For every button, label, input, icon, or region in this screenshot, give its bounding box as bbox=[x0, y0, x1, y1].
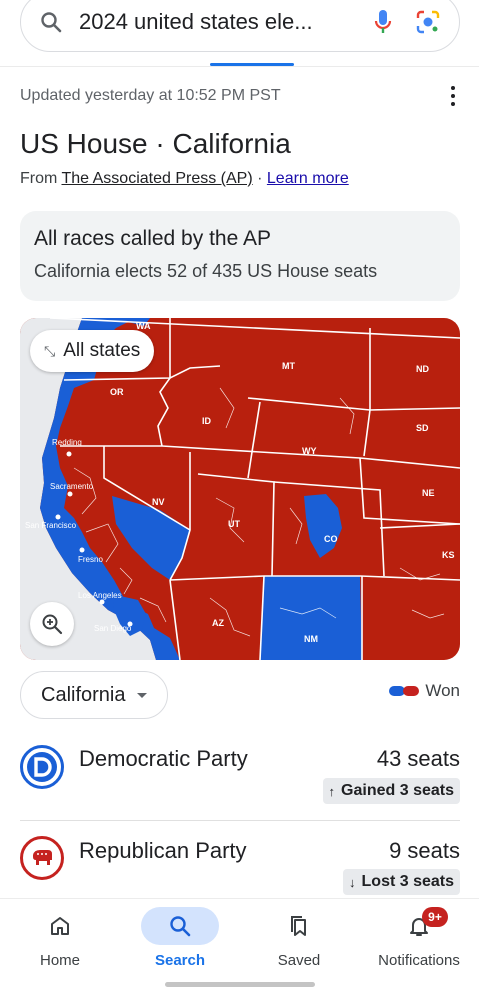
label-ne: NE bbox=[422, 488, 435, 498]
nav-home-label: Home bbox=[39, 952, 80, 969]
label-or: OR bbox=[110, 387, 124, 397]
label-mt: MT bbox=[282, 361, 295, 371]
all-states-button[interactable]: ⤡ All states bbox=[30, 330, 155, 372]
notification-badge: 9+ bbox=[422, 907, 448, 927]
party-row-republican[interactable]: Republican Party 9 seats ↓ Lost 3 seats bbox=[20, 834, 460, 904]
label-wa: WA bbox=[136, 321, 151, 331]
city-san-diego: San Diego bbox=[94, 624, 132, 633]
label-ut: UT bbox=[228, 519, 240, 529]
expand-icon: ⤡ bbox=[44, 342, 56, 359]
legend-label: Won bbox=[425, 681, 460, 700]
search-query[interactable]: 2024 united states ele... bbox=[79, 9, 373, 35]
zoom-in-button[interactable] bbox=[30, 602, 74, 646]
label-ks: KS bbox=[442, 550, 455, 560]
label-wy: WY bbox=[302, 446, 317, 456]
map-legend: Won bbox=[389, 681, 460, 701]
seat-change-label: Gained 3 seats bbox=[341, 782, 454, 799]
bookmarks-icon bbox=[260, 907, 338, 945]
city-dot bbox=[55, 514, 61, 520]
label-co: CO bbox=[324, 534, 338, 544]
seat-change-badge: ↓ Lost 3 seats bbox=[343, 869, 460, 895]
home-icon bbox=[21, 907, 99, 945]
header-divider bbox=[0, 66, 479, 67]
city-redding: Redding bbox=[52, 438, 82, 447]
nav-notifications-label: Notifications bbox=[378, 952, 460, 969]
source-line: From The Associated Press (AP) · Learn m… bbox=[20, 170, 349, 188]
state-dropdown-value: California bbox=[41, 683, 126, 706]
nav-home[interactable]: Home bbox=[0, 899, 120, 969]
races-called-heading: All races called by the AP bbox=[34, 227, 271, 250]
party-seats: 43 seats bbox=[376, 746, 460, 771]
nav-search[interactable]: Search bbox=[120, 899, 240, 969]
seat-change-badge: ↑ Gained 3 seats bbox=[322, 778, 460, 804]
nav-saved[interactable]: Saved bbox=[239, 899, 359, 969]
nav-saved-label: Saved bbox=[277, 952, 321, 969]
seat-change-label: Lost 3 seats bbox=[361, 873, 454, 890]
label-sd: SD bbox=[416, 423, 429, 433]
label-nd: ND bbox=[416, 364, 429, 374]
city-san-francisco: San Francisco bbox=[25, 521, 77, 530]
city-dot bbox=[67, 491, 73, 497]
zoom-in-icon bbox=[42, 614, 63, 635]
city-sacramento: Sacramento bbox=[50, 482, 94, 491]
search-icon bbox=[141, 907, 219, 945]
learn-more-link[interactable]: Learn more bbox=[267, 170, 349, 187]
all-states-label: All states bbox=[63, 340, 141, 361]
races-called-subtext: California elects 52 of 435 US House sea… bbox=[34, 261, 378, 281]
search-bar[interactable]: 2024 united states ele... bbox=[20, 0, 460, 52]
city-fresno: Fresno bbox=[78, 555, 103, 564]
source-prefix: From bbox=[20, 170, 62, 187]
races-called-box: All races called by the AP California el… bbox=[20, 211, 460, 301]
city-dot bbox=[79, 547, 85, 553]
source-separator: · bbox=[252, 170, 267, 187]
party-divider bbox=[20, 820, 460, 821]
city-dot bbox=[99, 599, 105, 605]
arrow-down-icon: ↓ bbox=[349, 874, 356, 890]
republican-elephant-icon bbox=[20, 836, 64, 880]
arrow-up-icon: ↑ bbox=[328, 783, 336, 799]
new-mexico-democrat bbox=[260, 576, 362, 660]
party-name: Republican Party bbox=[79, 838, 247, 863]
page-title: US House · California bbox=[20, 128, 291, 159]
party-name: Democratic Party bbox=[79, 746, 248, 771]
label-id: ID bbox=[202, 416, 212, 426]
party-seats: 9 seats bbox=[389, 838, 460, 863]
nav-search-label: Search bbox=[154, 952, 206, 969]
bell-icon: 9+ bbox=[380, 907, 458, 945]
mic-icon[interactable] bbox=[373, 8, 393, 36]
city-los-angeles: Los Angeles bbox=[78, 591, 122, 600]
label-az: AZ bbox=[212, 618, 224, 628]
state-dropdown[interactable]: California bbox=[20, 671, 169, 719]
election-map[interactable]: WA MT ND OR ID SD WY NE NV UT CO KS AZ N… bbox=[20, 318, 460, 660]
nav-notifications[interactable]: 9+ Notifications bbox=[359, 899, 479, 969]
city-dot bbox=[66, 451, 72, 457]
lens-icon[interactable] bbox=[415, 9, 441, 35]
legend-rep-swatch bbox=[403, 686, 420, 696]
gesture-bar bbox=[165, 982, 315, 987]
chevron-down-icon bbox=[137, 692, 148, 698]
more-options-icon[interactable] bbox=[444, 86, 462, 106]
party-row-democratic[interactable]: Democratic Party 43 seats ↑ Gained 3 sea… bbox=[20, 742, 460, 812]
updated-timestamp: Updated yesterday at 10:52 PM PST bbox=[20, 87, 281, 104]
label-nm: NM bbox=[304, 634, 318, 644]
search-icon[interactable] bbox=[39, 10, 63, 34]
source-link[interactable]: The Associated Press (AP) bbox=[61, 170, 252, 187]
democrat-d-icon bbox=[20, 745, 64, 789]
label-nv: NV bbox=[152, 497, 165, 507]
